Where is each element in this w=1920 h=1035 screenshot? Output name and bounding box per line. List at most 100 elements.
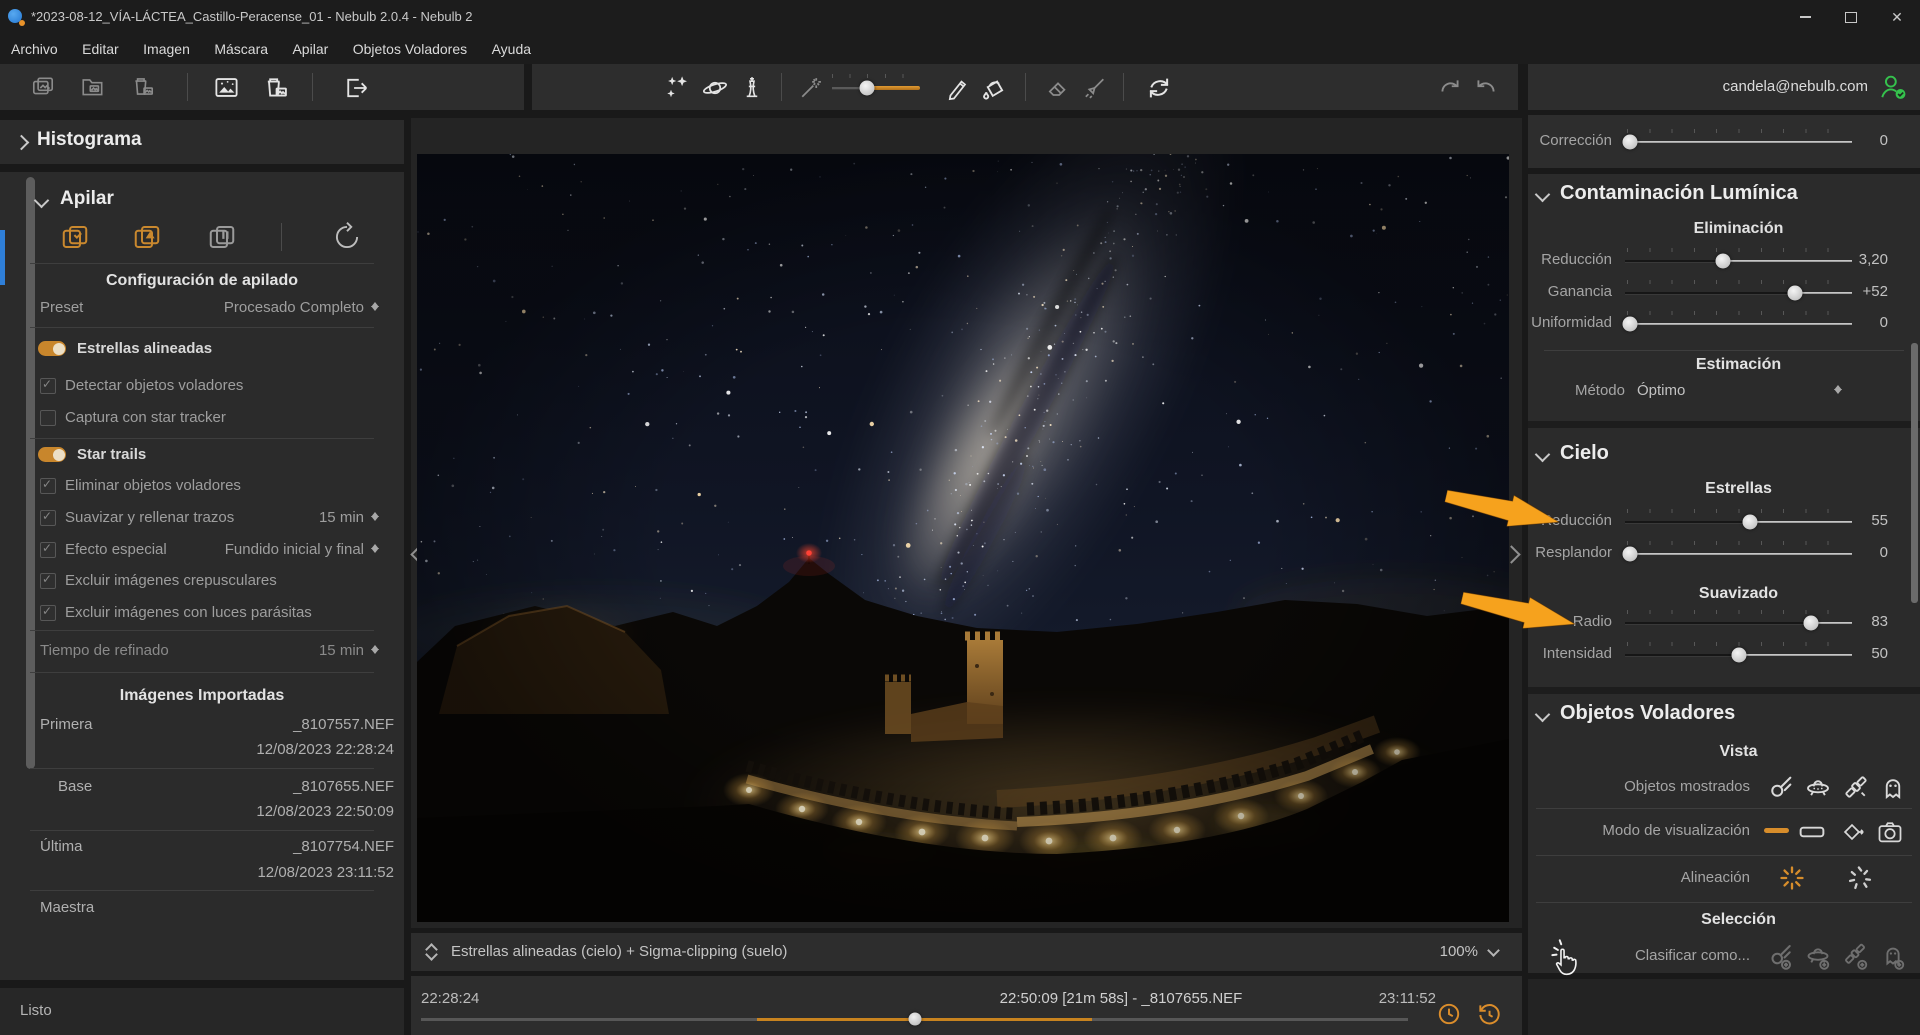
preset-value[interactable]: Procesado Completo	[120, 299, 364, 316]
menu-imagen[interactable]: Imagen	[133, 34, 200, 64]
discard-photos-icon[interactable]	[130, 74, 156, 100]
trail-marker-icon[interactable]	[1838, 818, 1866, 846]
close-button[interactable]: ✕	[1874, 0, 1920, 34]
ghost-icon[interactable]	[1878, 772, 1908, 802]
menu-mascara[interactable]: Máscara	[204, 34, 278, 64]
time-filter-icon[interactable]	[1436, 1001, 1462, 1027]
menu-apilar[interactable]: Apilar	[282, 34, 338, 64]
satellite-add-icon[interactable]	[1841, 941, 1871, 971]
menu-archivo[interactable]: Archivo	[1, 34, 68, 64]
burst-aligned-icon[interactable]	[1778, 864, 1806, 892]
add-photos-icon[interactable]	[30, 74, 56, 100]
comet-icon[interactable]	[1766, 772, 1796, 802]
paint-pen-icon[interactable]	[944, 74, 972, 102]
minimize-button[interactable]	[1782, 0, 1828, 34]
cl-uniformidad-track[interactable]	[1622, 316, 1852, 332]
recalculate-icon[interactable]	[1144, 73, 1174, 103]
efecto-value[interactable]: Fundido inicial y final	[150, 541, 364, 558]
menu-ayuda[interactable]: Ayuda	[482, 34, 541, 64]
magic-wand-icon[interactable]	[797, 74, 825, 102]
time-history-icon[interactable]	[1476, 1001, 1502, 1027]
paint-bucket-icon[interactable]	[979, 74, 1009, 104]
slider-knob[interactable]	[1715, 253, 1731, 269]
ghost-add-icon[interactable]	[1878, 941, 1908, 971]
tower-icon[interactable]	[738, 73, 766, 101]
suavizar-checkbox[interactable]	[40, 509, 56, 526]
slider-knob[interactable]	[1787, 285, 1803, 301]
opacity-slider[interactable]	[832, 74, 924, 100]
ufo-add-icon[interactable]	[1803, 941, 1833, 971]
delete-image-icon[interactable]	[262, 74, 290, 102]
timeline-slider[interactable]	[421, 1012, 1408, 1026]
select-updown-icon[interactable]	[370, 508, 380, 525]
select-updown-icon[interactable]	[370, 540, 380, 557]
detectar-checkbox[interactable]	[40, 377, 56, 394]
reset-stack-icon[interactable]	[330, 220, 364, 254]
slider-knob[interactable]	[1742, 514, 1758, 530]
slider-knob[interactable]	[1803, 615, 1819, 631]
slider-knob[interactable]	[1731, 647, 1746, 663]
stack-pause-icon[interactable]	[207, 222, 237, 252]
menu-editar[interactable]: Editar	[72, 34, 129, 64]
slider-knob[interactable]	[1622, 546, 1638, 562]
estrellas-alineadas-toggle[interactable]	[38, 341, 66, 356]
redo-icon[interactable]	[1436, 74, 1464, 102]
trail-line-icon[interactable]	[1764, 828, 1789, 833]
panel-scrollbar[interactable]	[26, 177, 35, 769]
startracker-checkbox[interactable]	[40, 410, 56, 426]
maximize-button[interactable]	[1828, 0, 1874, 34]
cielo-resplandor-track[interactable]	[1622, 546, 1852, 562]
intensidad-track[interactable]	[1625, 647, 1852, 663]
eraser-icon[interactable]	[1044, 74, 1072, 102]
efecto-checkbox[interactable]	[40, 541, 56, 558]
burst-scattered-icon[interactable]	[1846, 864, 1874, 892]
correccion-track[interactable]	[1622, 134, 1852, 150]
slider-knob[interactable]	[859, 80, 875, 96]
slider-knob[interactable]	[1622, 316, 1638, 332]
cielo-title[interactable]: Cielo	[1560, 442, 1609, 465]
cielo-reduccion-track[interactable]	[1625, 514, 1852, 530]
startrails-toggle[interactable]	[38, 447, 66, 462]
trail-box-icon[interactable]	[1799, 819, 1825, 845]
radio-track[interactable]	[1625, 615, 1852, 631]
slider-knob[interactable]	[1622, 134, 1638, 150]
image-viewport[interactable]	[410, 118, 1522, 928]
planet-icon[interactable]	[701, 74, 729, 102]
right-panel-scrollbar[interactable]	[1911, 343, 1918, 603]
comet-add-icon[interactable]	[1766, 941, 1796, 971]
excluir-parasitas-checkbox[interactable]	[40, 604, 56, 621]
timeline-knob[interactable]	[908, 1012, 921, 1026]
export-icon[interactable]	[343, 74, 371, 102]
open-folder-icon[interactable]	[80, 74, 106, 100]
zoom-chevron-icon[interactable]	[1487, 944, 1500, 957]
clean-brush-icon[interactable]	[1080, 74, 1108, 102]
contaminacion-title[interactable]: Contaminación Lumínica	[1560, 182, 1798, 205]
menu-objetos-voladores[interactable]: Objetos Voladores	[343, 34, 477, 64]
undo-icon[interactable]	[1472, 74, 1500, 102]
select-updown-icon[interactable]	[1833, 381, 1843, 398]
satellite-icon[interactable]	[1841, 772, 1871, 802]
objetos-voladores-title[interactable]: Objetos Voladores	[1560, 702, 1735, 725]
account-email[interactable]: candela@nebulb.com	[1723, 64, 1868, 110]
histogram-header[interactable]: Histograma	[0, 120, 404, 164]
photo-canvas[interactable]	[417, 154, 1509, 922]
stack-triangle-icon[interactable]	[132, 222, 162, 252]
stack-check-icon[interactable]	[60, 222, 90, 252]
stack-mode-updown-icon[interactable]	[425, 943, 439, 961]
camera-icon[interactable]	[1876, 818, 1904, 846]
user-verified-icon[interactable]	[1878, 72, 1908, 102]
ufo-icon[interactable]	[1803, 772, 1833, 802]
tiempo-refinado-value[interactable]: 15 min	[150, 642, 364, 659]
align-stars-icon[interactable]	[664, 74, 692, 102]
cl-reduccion-track[interactable]	[1625, 253, 1852, 269]
select-updown-icon[interactable]	[370, 641, 380, 658]
excluir-crepusculares-checkbox[interactable]	[40, 572, 56, 589]
image-icon[interactable]	[213, 74, 240, 101]
suavizar-value[interactable]: 15 min	[150, 509, 364, 526]
cl-ganancia-track[interactable]	[1625, 285, 1852, 301]
select-updown-icon[interactable]	[370, 298, 380, 315]
opacity-track[interactable]	[832, 80, 920, 96]
stack-mode-text[interactable]: Estrellas alineadas (cielo) + Sigma-clip…	[451, 933, 787, 971]
eliminar-checkbox[interactable]	[40, 477, 56, 494]
zoom-level[interactable]: 100%	[1440, 933, 1478, 971]
